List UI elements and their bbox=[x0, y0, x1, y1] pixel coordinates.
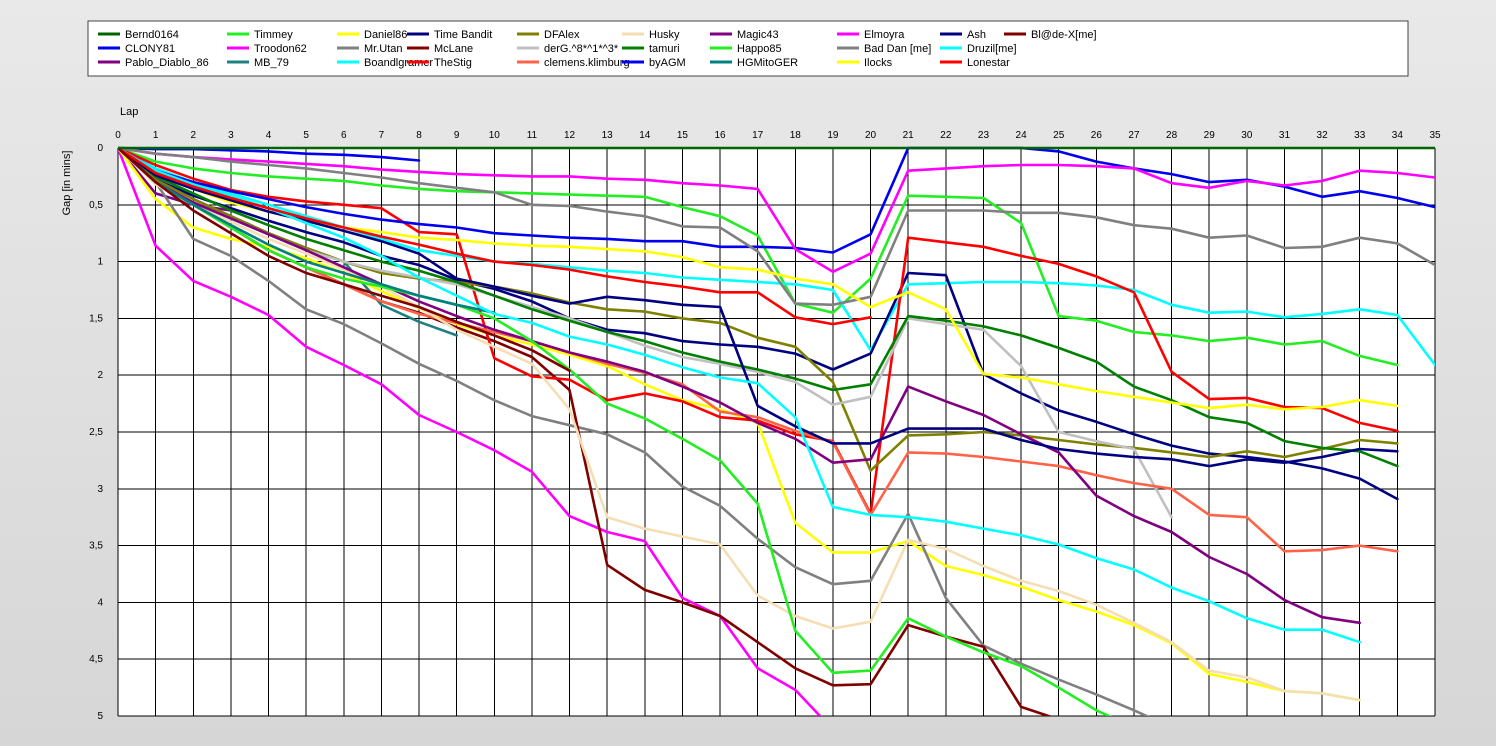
x-tick-label: 30 bbox=[1241, 130, 1253, 141]
x-tick-label: 10 bbox=[489, 130, 501, 141]
x-tick-label: 18 bbox=[790, 130, 802, 141]
legend-label: TheStig bbox=[434, 57, 472, 69]
x-tick-label: 21 bbox=[903, 130, 915, 141]
y-tick-label: 0,5 bbox=[89, 200, 103, 211]
x-tick-label: 22 bbox=[940, 130, 952, 141]
x-tick-label: 9 bbox=[454, 130, 460, 141]
legend-label: McLane bbox=[434, 43, 473, 55]
x-tick-label: 31 bbox=[1279, 130, 1291, 141]
legend-label: HGMitoGER bbox=[737, 57, 798, 69]
y-tick-label: 5 bbox=[97, 711, 103, 722]
legend-label: Happo85 bbox=[737, 43, 782, 55]
legend-label: Druzil[me] bbox=[967, 43, 1017, 55]
x-tick-label: 20 bbox=[865, 130, 877, 141]
y-tick-label: 2,5 bbox=[89, 427, 103, 438]
legend-label: Husky bbox=[649, 29, 680, 41]
legend-label: byAGM bbox=[649, 57, 686, 69]
x-tick-label: 8 bbox=[416, 130, 422, 141]
x-tick-label: 23 bbox=[978, 130, 990, 141]
x-tick-label: 13 bbox=[602, 130, 614, 141]
legend-label: Magic43 bbox=[737, 29, 779, 41]
x-tick-label: 26 bbox=[1091, 130, 1103, 141]
x-tick-label: 12 bbox=[564, 130, 576, 141]
x-tick-label: 24 bbox=[1016, 130, 1028, 141]
legend-label: Lonestar bbox=[967, 57, 1010, 69]
x-tick-label: 25 bbox=[1053, 130, 1065, 141]
y-tick-label: 0 bbox=[97, 143, 103, 154]
legend-label: tamuri bbox=[649, 43, 680, 55]
legend-label: CLONY81 bbox=[125, 43, 175, 55]
x-tick-label: 33 bbox=[1354, 130, 1366, 141]
legend-label: Bad Dan [me] bbox=[864, 43, 931, 55]
x-tick-label: 7 bbox=[379, 130, 385, 141]
y-tick-label: 3 bbox=[97, 484, 103, 495]
legend-label: Pablo_Diablo_86 bbox=[125, 57, 209, 69]
x-tick-label: 1 bbox=[153, 130, 159, 141]
legend-label: Time Bandit bbox=[434, 29, 492, 41]
x-tick-label: 29 bbox=[1204, 130, 1216, 141]
x-tick-label: 6 bbox=[341, 130, 347, 141]
x-tick-label: 2 bbox=[190, 130, 196, 141]
x-tick-label: 27 bbox=[1128, 130, 1140, 141]
x-tick-label: 19 bbox=[827, 130, 839, 141]
y-tick-label: 4,5 bbox=[89, 654, 103, 665]
y-tick-label: 1 bbox=[97, 257, 103, 268]
x-tick-label: 3 bbox=[228, 130, 234, 141]
legend-label: derG.^8*^1*^3* bbox=[544, 43, 619, 55]
x-tick-label: 5 bbox=[303, 130, 309, 141]
x-tick-label: 16 bbox=[714, 130, 726, 141]
legend-label: Timmey bbox=[254, 29, 293, 41]
y-tick-label: 1,5 bbox=[89, 313, 103, 324]
legend-label: Mr.Utan bbox=[364, 43, 403, 55]
y-tick-label: 4 bbox=[97, 597, 103, 608]
y-tick-label: 2 bbox=[97, 370, 103, 381]
x-tick-label: 15 bbox=[677, 130, 689, 141]
x-axis-title: Lap bbox=[120, 106, 138, 118]
x-tick-label: 28 bbox=[1166, 130, 1178, 141]
y-axis-title: Gap [in mins] bbox=[61, 151, 73, 216]
x-tick-label: 34 bbox=[1392, 130, 1404, 141]
legend-label: Elmoyra bbox=[864, 29, 905, 41]
y-tick-label: 3,5 bbox=[89, 541, 103, 552]
legend-label: clemens.klimburg bbox=[544, 57, 630, 69]
legend-label: Bl@de-X[me] bbox=[1031, 29, 1097, 41]
x-tick-label: 14 bbox=[639, 130, 651, 141]
x-tick-label: 35 bbox=[1429, 130, 1441, 141]
legend-label: DFAlex bbox=[544, 29, 580, 41]
x-tick-label: 11 bbox=[527, 130, 538, 141]
legend-label: MB_79 bbox=[254, 57, 289, 69]
legend-label: Troodon62 bbox=[254, 43, 307, 55]
x-tick-label: 0 bbox=[115, 130, 121, 141]
legend: Bernd0164 CLONY81 Pablo_Diablo_86 Timmey Tro… bbox=[87, 20, 1409, 77]
x-tick-label: 32 bbox=[1317, 130, 1329, 141]
gap-chart: Bernd0164 CLONY81 Pablo_Diablo_86 Timmey Tro… bbox=[61, 20, 1441, 722]
x-tick-label: 4 bbox=[266, 130, 272, 141]
legend-label: Bernd0164 bbox=[125, 29, 179, 41]
legend-label: Ash bbox=[967, 29, 986, 41]
x-tick-label: 17 bbox=[752, 130, 764, 141]
legend-label: Daniel86 bbox=[364, 29, 407, 41]
legend-label: Ilocks bbox=[864, 57, 893, 69]
